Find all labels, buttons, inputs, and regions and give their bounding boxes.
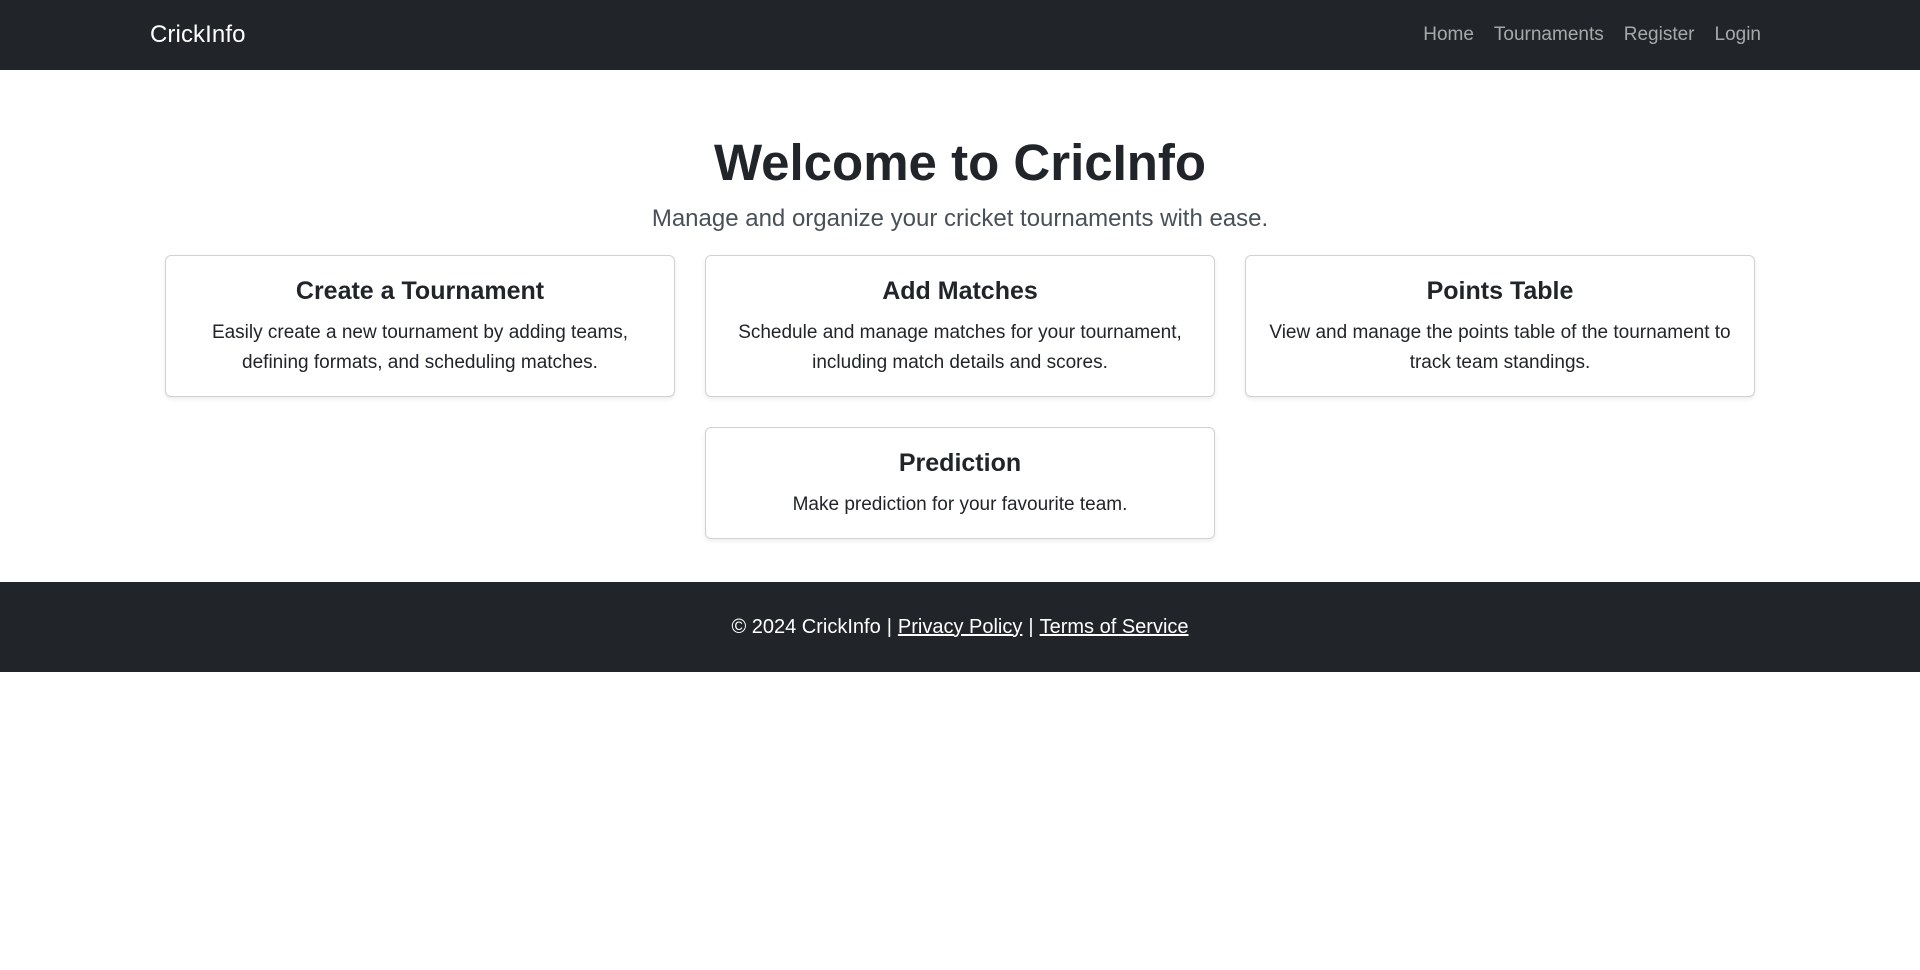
main-content: Welcome to CricInfo Manage and organize … (0, 70, 1920, 569)
nav-link-login[interactable]: Login (1705, 24, 1762, 46)
privacy-policy-link[interactable]: Privacy Policy (898, 616, 1022, 639)
card-text: Make prediction for your favourite team. (792, 494, 1128, 516)
footer-separator: | (1028, 615, 1034, 638)
nav-link-home[interactable]: Home (1413, 24, 1484, 46)
top-navbar: CrickInfo Home Tournaments Register Logi… (0, 0, 1920, 70)
card-text: Easily create a new tournament by adding… (211, 322, 629, 373)
card-title: Add Matches (882, 277, 1038, 306)
card-create-tournament[interactable]: Create a Tournament Easily create a new … (165, 255, 675, 398)
copyright-text: © 2024 CrickInfo (731, 615, 881, 638)
brand-link[interactable]: CrickInfo (150, 21, 246, 49)
card-text: Schedule and manage matches for your tou… (738, 322, 1182, 373)
card-text: View and manage the points table of the … (1269, 322, 1731, 373)
card-prediction[interactable]: Prediction Make prediction for your favo… (705, 427, 1215, 540)
card-title: Points Table (1426, 277, 1574, 306)
card-title: Create a Tournament (295, 277, 545, 306)
page-subtitle: Manage and organize your cricket tournam… (651, 205, 1269, 233)
terms-of-service-link[interactable]: Terms of Service (1040, 616, 1189, 639)
nav-link-tournaments[interactable]: Tournaments (1484, 24, 1614, 46)
footer-separator: | (886, 615, 892, 638)
page-title: Welcome to CricInfo (713, 134, 1207, 191)
feature-cards: Create a Tournament Easily create a new … (0, 255, 1920, 569)
card-title: Prediction (898, 449, 1022, 478)
card-add-matches[interactable]: Add Matches Schedule and manage matches … (705, 255, 1215, 398)
site-footer: © 2024 CrickInfo | Privacy Policy | Term… (0, 582, 1920, 672)
nav-links: Home Tournaments Register Login (1413, 24, 1761, 46)
card-points-table[interactable]: Points Table View and manage the points … (1245, 255, 1755, 398)
nav-link-register[interactable]: Register (1614, 24, 1705, 46)
